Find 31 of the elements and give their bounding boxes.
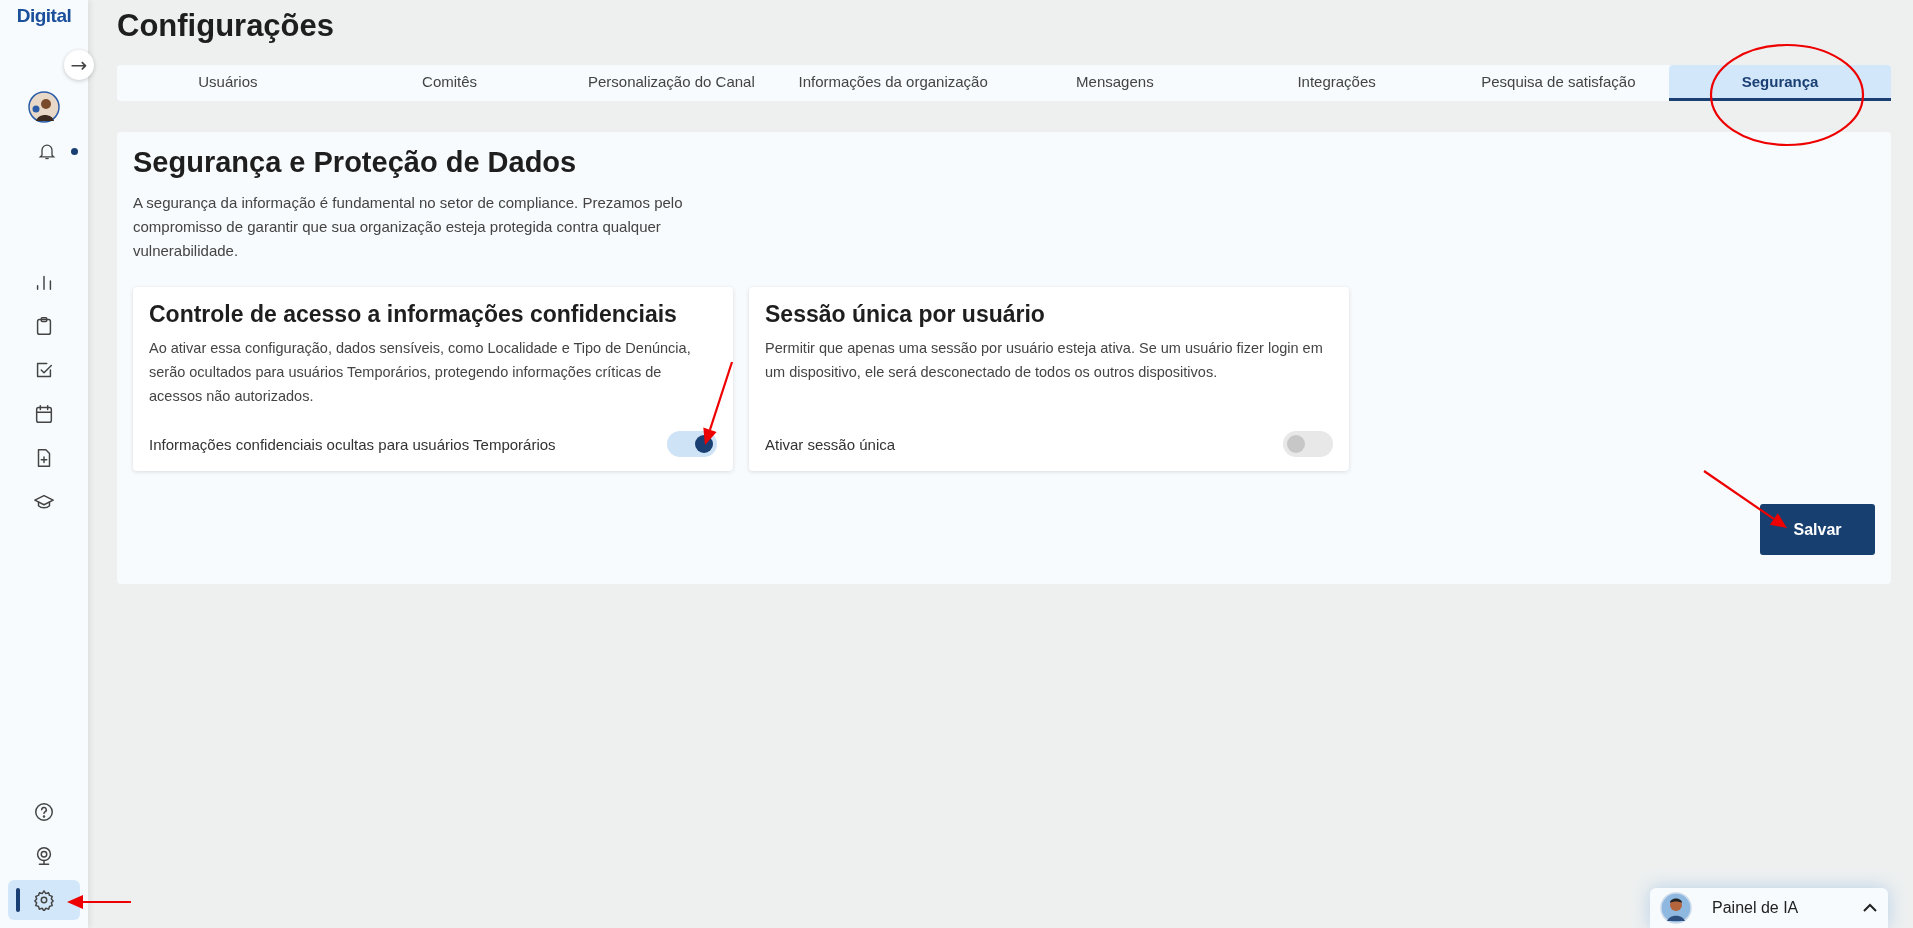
page-title: Configurações	[117, 8, 336, 45]
expand-button[interactable]: →	[64, 50, 94, 80]
help-icon	[33, 801, 55, 823]
section-description: A segurança da informação é fundamental no setor de compliance. Prezamos pelo compromisso de garantir que sua organização esteja protegida contra qualquer vulnerabilidade.	[133, 193, 684, 261]
avatar-icon[interactable]	[28, 91, 60, 123]
avatar-icon	[1660, 892, 1692, 924]
settings-icon	[33, 889, 55, 911]
tab[interactable]: Personalização do Canal	[560, 65, 783, 101]
tab[interactable]: Pesquisa de satisfação	[1447, 65, 1670, 101]
tab[interactable]: Integrações	[1225, 65, 1448, 101]
card-description: Ao ativar essa configuração, dados sensíveis, como Localidade e Tipo de Denúncia, serão ocultados para usuários Temporários, protegendo informações críticas de acessos não autorizados.	[149, 339, 692, 406]
tab[interactable]: Usuários	[117, 65, 339, 101]
toggle-label: Informações confidenciais ocultas para usuários Temporários	[149, 435, 556, 453]
card-title: Controle de acesso a informações confidenciais	[149, 301, 678, 328]
chevron-up-icon	[1862, 903, 1878, 913]
annotation-arrow	[67, 895, 131, 909]
tab[interactable]: Comitês	[338, 65, 561, 101]
toggle-switch[interactable]	[1283, 431, 1333, 457]
toggle-label: Ativar sessão única	[765, 435, 896, 453]
logo: Digital	[16, 6, 72, 25]
tab[interactable]: Mensagens	[1004, 65, 1226, 101]
ai-panel-button[interactable]: Painel de IA	[1650, 888, 1888, 928]
save-button[interactable]: Salvar	[1760, 504, 1875, 555]
calendar-icon	[33, 403, 55, 425]
sidebar-item[interactable]	[8, 880, 80, 920]
tab[interactable]: Segurança	[1669, 65, 1891, 101]
tab[interactable]: Informações da organização	[782, 65, 1004, 101]
card-title: Sessão única por usuário	[765, 301, 1046, 328]
toggle-switch[interactable]	[667, 431, 717, 457]
section-title: Segurança e Proteção de Dados	[133, 146, 578, 179]
card-description: Permitir que apenas uma sessão por usuário esteja ativa. Se um usuário fizer login em um dispositivo, ele será desconectado de todos os outros dispositivos.	[765, 339, 1324, 382]
